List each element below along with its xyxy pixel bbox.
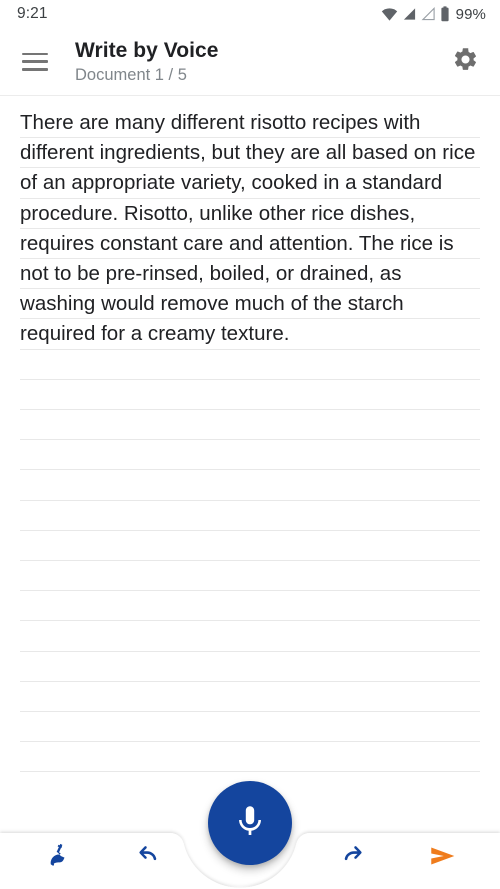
ruled-line <box>20 590 480 591</box>
ruled-line <box>20 771 480 772</box>
gear-icon <box>452 46 479 78</box>
settings-button[interactable] <box>439 36 491 88</box>
ruled-line <box>20 469 480 470</box>
document-text[interactable]: There are many different risotto recipes… <box>20 108 482 350</box>
undo-arrow-icon <box>133 841 163 876</box>
microphone-icon <box>232 803 268 844</box>
app-root: 9:21 99% Write by Voice Document 1 / 5 T… <box>0 0 500 889</box>
page-title: Write by Voice <box>75 38 219 62</box>
redo-arrow-icon <box>338 841 368 876</box>
wifi-icon <box>381 7 398 21</box>
signal-outline-icon <box>421 7 436 21</box>
send-arrow-icon <box>427 840 459 877</box>
hamburger-menu-icon <box>22 52 48 71</box>
status-bar: 9:21 99% <box>0 0 500 28</box>
hamburger-menu-button[interactable] <box>9 36 61 88</box>
document-canvas[interactable]: There are many different risotto recipes… <box>0 97 500 823</box>
app-bar: Write by Voice Document 1 / 5 <box>0 28 500 96</box>
record-voice-button[interactable] <box>208 781 292 865</box>
ruled-line <box>20 500 480 501</box>
app-bar-title-block: Write by Voice Document 1 / 5 <box>75 38 439 86</box>
send-button[interactable] <box>417 832 469 884</box>
signal-filled-icon <box>402 7 417 21</box>
ruled-line <box>20 379 480 380</box>
battery-icon <box>440 6 450 22</box>
ruled-line <box>20 651 480 652</box>
status-bar-clock: 9:21 <box>17 5 48 22</box>
ruled-line <box>20 560 480 561</box>
status-bar-icons: 99% <box>381 6 486 23</box>
redo-button[interactable] <box>327 832 379 884</box>
ruled-line <box>20 530 480 531</box>
broom-icon <box>43 841 73 876</box>
ruled-line <box>20 439 480 440</box>
ruled-line <box>20 620 480 621</box>
ruled-line <box>20 681 480 682</box>
clear-button[interactable] <box>32 832 84 884</box>
document-counter-label: Document 1 / 5 <box>75 65 187 84</box>
undo-button[interactable] <box>122 832 174 884</box>
battery-percent-label: 99% <box>455 5 486 23</box>
ruled-line <box>20 711 480 712</box>
ruled-line <box>20 409 480 410</box>
ruled-line <box>20 741 480 742</box>
